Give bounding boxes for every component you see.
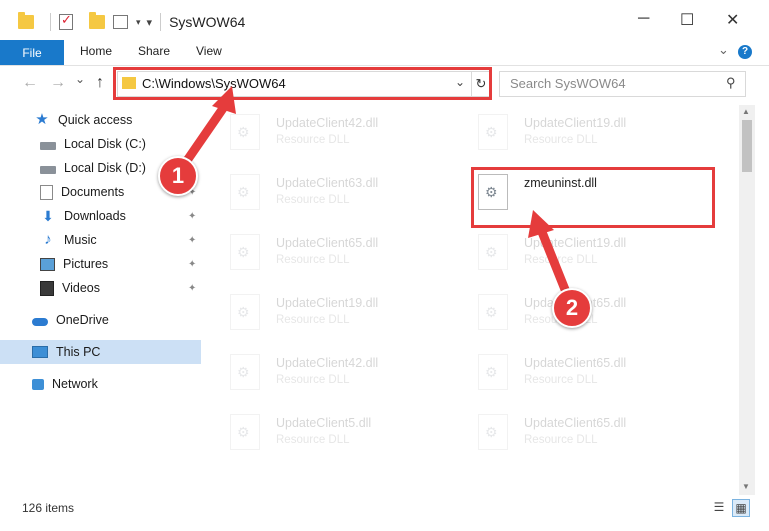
arrow-1-shaft [181, 99, 231, 167]
arrow-2-head [528, 210, 554, 238]
arrow-2-shaft [537, 227, 571, 297]
callout-2: 2 [552, 288, 592, 328]
arrow-1-head [212, 86, 236, 114]
annotation-arrows [181, 86, 571, 297]
callout-1: 1 [158, 156, 198, 196]
